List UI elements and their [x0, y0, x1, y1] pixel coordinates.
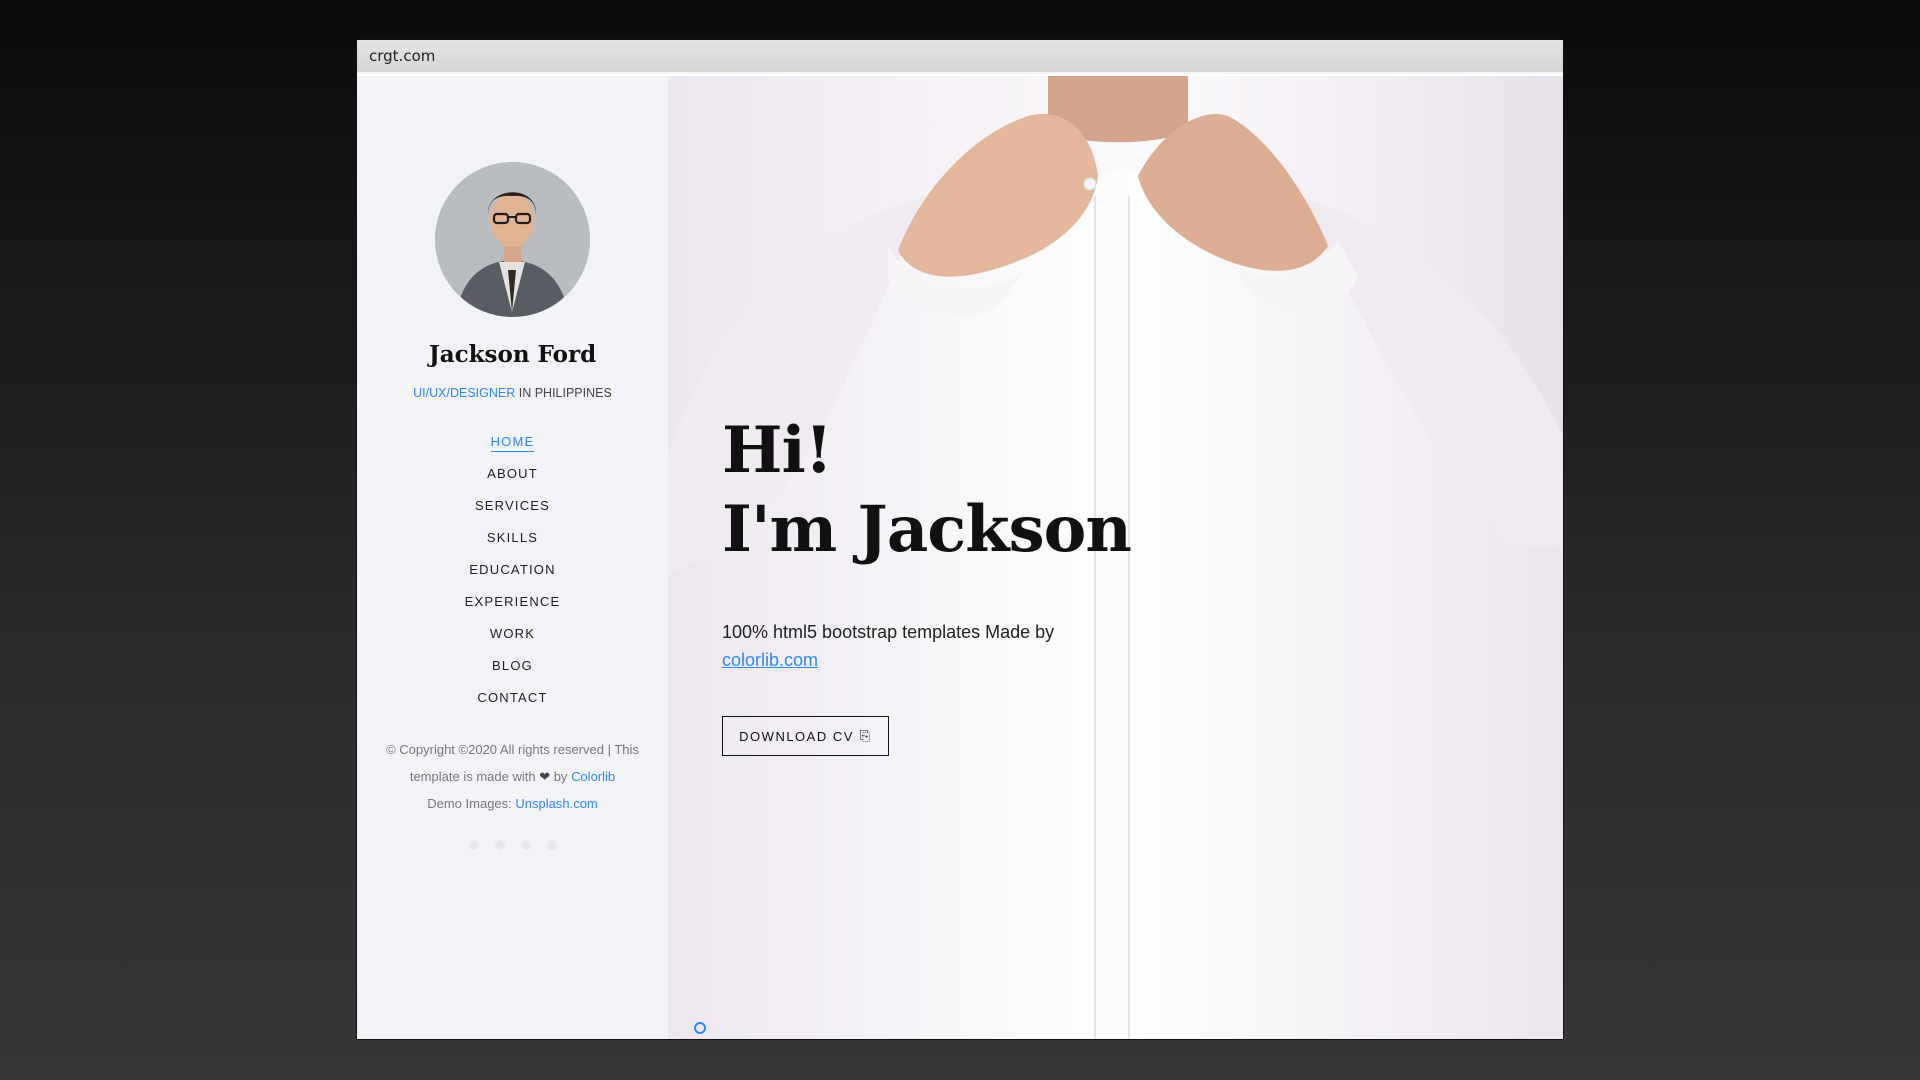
heart-icon: ❤	[539, 769, 551, 784]
role-accent[interactable]: UI/UX/DESIGNER	[413, 386, 515, 400]
browser-window: crgt.com Jackson Ford UI/UX/DESIGNER IN …	[357, 40, 1563, 1039]
nav-item-services[interactable]: SERVICES	[357, 490, 668, 522]
nav-item-education[interactable]: EDUCATION	[357, 554, 668, 586]
profile-name: Jackson Ford	[428, 341, 597, 368]
slider-pagination	[694, 1022, 706, 1039]
colorlib-hero-link[interactable]: colorlib.com	[722, 650, 818, 670]
nav-item-work[interactable]: WORK	[357, 618, 668, 650]
nav-item-about[interactable]: ABOUT	[357, 458, 668, 490]
slider-dot-1[interactable]	[694, 1022, 706, 1034]
social-links	[357, 840, 668, 850]
linkedin-icon[interactable]	[546, 840, 557, 850]
download-icon: ⎘	[859, 728, 872, 743]
sidebar: Jackson Ford UI/UX/DESIGNER IN PHILIPPIN…	[357, 76, 668, 1039]
nav-item-experience[interactable]: EXPERIENCE	[357, 586, 668, 618]
hero-tagline: 100% html5 bootstrap templates Made by c…	[722, 622, 1055, 670]
hero-headline: Hi! I'm Jackson	[722, 413, 1132, 567]
sidebar-footer: © Copyright ©2020 All rights reserved | …	[386, 742, 639, 811]
download-cv-button[interactable]: DOWNLOAD CV ⎘	[722, 716, 889, 756]
browser-titlebar: crgt.com	[357, 40, 1563, 74]
main-nav: HOME ABOUT SERVICES SKILLS EDUCATION EXP…	[357, 426, 668, 714]
nav-item-contact[interactable]: CONTACT	[357, 682, 668, 714]
role-location: IN PHILIPPINES	[515, 386, 612, 400]
nav-item-home[interactable]: HOME	[357, 426, 668, 458]
nav-item-blog[interactable]: BLOG	[357, 650, 668, 682]
twitter-icon[interactable]	[494, 840, 505, 850]
nav-item-skills[interactable]: SKILLS	[357, 522, 668, 554]
facebook-icon[interactable]	[468, 840, 479, 850]
profile-role: UI/UX/DESIGNER IN PHILIPPINES	[357, 386, 668, 400]
instagram-icon[interactable]	[520, 840, 531, 850]
unsplash-link[interactable]: Unsplash.com	[515, 796, 597, 811]
avatar	[435, 162, 590, 317]
hero-section: Hi! I'm Jackson 100% html5 bootstrap tem…	[668, 76, 1563, 1039]
colorlib-link[interactable]: Colorlib	[571, 769, 615, 784]
profile-photo	[435, 162, 590, 317]
address-bar[interactable]: crgt.com	[369, 47, 435, 65]
